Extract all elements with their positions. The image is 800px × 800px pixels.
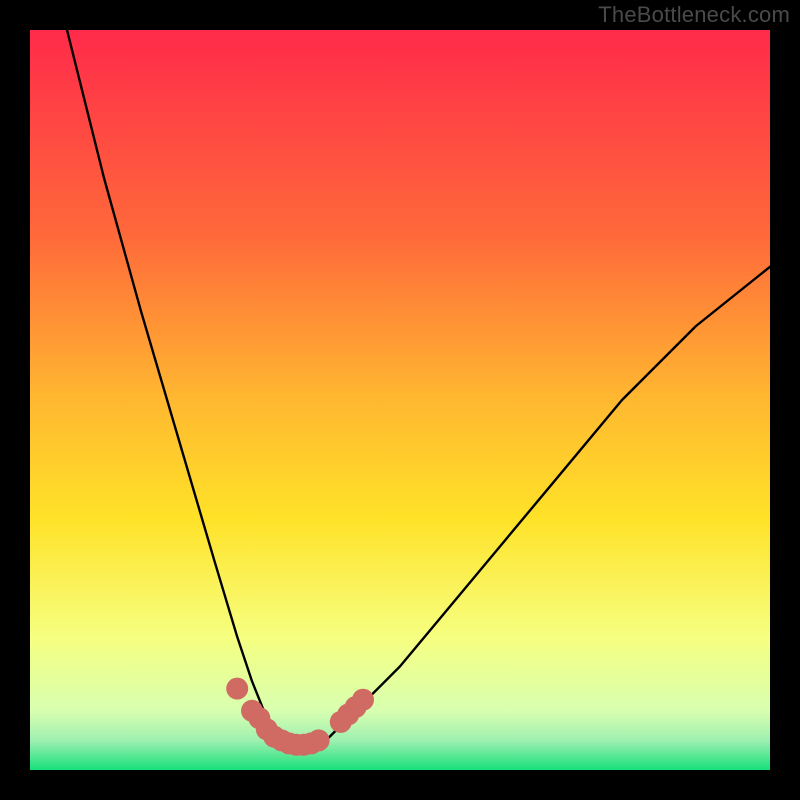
- marker-dot: [226, 678, 248, 700]
- plot-area: [30, 30, 770, 770]
- chart-svg: [30, 30, 770, 770]
- chart-frame: TheBottleneck.com: [0, 0, 800, 800]
- marker-dot: [308, 729, 330, 751]
- marker-dot: [352, 689, 374, 711]
- gradient-background: [30, 30, 770, 770]
- watermark-text: TheBottleneck.com: [598, 2, 790, 28]
